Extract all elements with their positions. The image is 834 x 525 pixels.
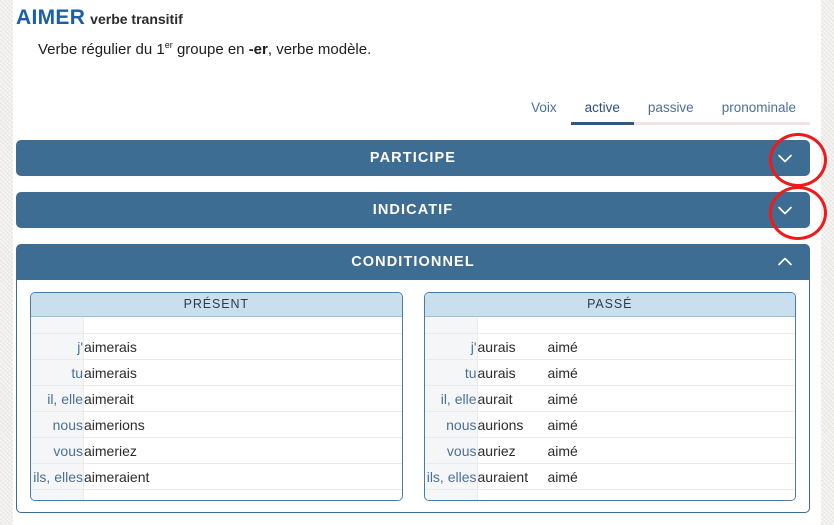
- verb-form-cell: aimé: [547, 437, 795, 464]
- table-row: j' aurais aimé: [424, 333, 795, 360]
- tab-voice-passive[interactable]: passive: [633, 98, 708, 125]
- mood-title-conditionnel: CONDITIONNEL: [351, 254, 475, 270]
- table-spacer-row: [424, 489, 795, 500]
- table-row: nous aurions aimé: [424, 411, 795, 438]
- pronoun-cell: ils, elles: [31, 463, 84, 490]
- verb-kind: verbe transitif: [90, 11, 183, 27]
- voice-tabs: Voix active passive pronominale: [0, 98, 810, 125]
- mood-header-conditionnel[interactable]: CONDITIONNEL: [16, 244, 810, 280]
- auxiliary-cell: auriez: [477, 437, 548, 464]
- tense-table-passe: PASSÉ j' aurais aimé tu aurais aimé il, elle…: [423, 292, 796, 501]
- auxiliary-cell: aurais: [477, 359, 548, 386]
- verb-form-cell: aimé: [547, 385, 795, 412]
- table-row: vous aimeriez: [31, 437, 402, 464]
- auxiliary-cell: aurait: [477, 385, 548, 412]
- verb-heading: AIMER verbe transitif: [16, 6, 183, 30]
- mood-title-participe: PARTICIPE: [369, 150, 457, 166]
- table-spacer-row: [424, 317, 795, 334]
- verb-form-cell: aimerais: [83, 359, 402, 386]
- table-row: il, elle aimerait: [31, 385, 402, 412]
- conjugation-table-present: j' aimerais tu aimerais il, elle aimerait n…: [31, 317, 402, 500]
- voice-label: Voix: [531, 100, 557, 115]
- verb-description: Verbe régulier du 1er groupe en -er, ver…: [38, 40, 372, 59]
- table-spacer-row: [31, 489, 402, 500]
- table-row: nous aimerions: [31, 411, 402, 438]
- verb-form-cell: aimé: [547, 411, 795, 438]
- page-edge-texture-left: [0, 0, 13, 525]
- mood-title-indicatif: INDICATIF: [372, 202, 454, 218]
- verb-form-cell: aimé: [547, 359, 795, 386]
- verb-form-cell: aimeraient: [83, 463, 402, 490]
- auxiliary-cell: aurions: [477, 411, 548, 438]
- verb-name: AIMER: [16, 6, 86, 29]
- pronoun-cell: tu: [424, 359, 478, 386]
- chevron-down-icon[interactable]: [774, 199, 796, 221]
- auxiliary-cell: aurais: [477, 333, 548, 360]
- verb-form-cell: aimerais: [83, 333, 402, 360]
- mood-header-indicatif[interactable]: INDICATIF: [16, 192, 810, 228]
- page-edge-texture-right: [821, 0, 834, 525]
- tab-voice-active[interactable]: active: [570, 98, 634, 125]
- table-row: tu aurais aimé: [424, 359, 795, 386]
- verb-description-ending: -er: [248, 41, 268, 58]
- table-row: il, elle aurait aimé: [424, 385, 795, 412]
- pronoun-cell: j': [31, 333, 84, 360]
- chevron-down-icon[interactable]: [774, 147, 796, 169]
- table-row: ils, elles auraient aimé: [424, 463, 795, 490]
- verb-description-mid: groupe en: [172, 41, 249, 58]
- pronoun-cell: il, elle: [31, 385, 84, 412]
- pronoun-cell: nous: [31, 411, 84, 438]
- pronoun-cell: il, elle: [424, 385, 478, 412]
- pronoun-cell: vous: [424, 437, 478, 464]
- mood-header-participe[interactable]: PARTICIPE: [16, 140, 810, 176]
- pronoun-cell: ils, elles: [424, 463, 478, 490]
- verb-form-cell: aimé: [547, 333, 795, 360]
- mood-section-indicatif[interactable]: INDICATIF: [16, 192, 810, 228]
- mood-section-conditionnel[interactable]: CONDITIONNEL PRÉSENT j' aimerais tu aimera…: [16, 244, 810, 513]
- verb-form-cell: aimerions: [83, 411, 402, 438]
- auxiliary-cell: auraient: [477, 463, 548, 490]
- verb-form-cell: aimé: [547, 463, 795, 490]
- conjugation-table-passe: j' aurais aimé tu aurais aimé il, elle aurait…: [424, 317, 795, 500]
- table-row: tu aimerais: [31, 359, 402, 386]
- table-spacer-row: [31, 317, 402, 334]
- table-row: ils, elles aimeraient: [31, 463, 402, 490]
- tense-title-passe: PASSÉ: [424, 293, 795, 317]
- mood-body-conditionnel: PRÉSENT j' aimerais tu aimerais il, elle ai…: [16, 280, 810, 513]
- verb-form-cell: aimerait: [83, 385, 402, 412]
- mood-section-participe[interactable]: PARTICIPE: [16, 140, 810, 176]
- chevron-up-icon[interactable]: [774, 251, 796, 273]
- verb-description-prefix: Verbe régulier du 1: [38, 41, 165, 58]
- verb-form-cell: aimeriez: [83, 437, 402, 464]
- pronoun-cell: vous: [31, 437, 84, 464]
- tab-voice-pronominale[interactable]: pronominale: [707, 98, 810, 125]
- tense-title-present: PRÉSENT: [31, 293, 402, 317]
- pronoun-cell: nous: [424, 411, 478, 438]
- table-row: j' aimerais: [31, 333, 402, 360]
- pronoun-cell: j': [424, 333, 478, 360]
- verb-description-ordinal-suffix: er: [164, 40, 173, 50]
- table-row: vous auriez aimé: [424, 437, 795, 464]
- conjugation-page: AIMER verbe transitif Verbe régulier du 1…: [0, 0, 834, 525]
- tense-table-present: PRÉSENT j' aimerais tu aimerais il, elle ai…: [30, 292, 403, 501]
- verb-description-suffix: , verbe modèle.: [267, 41, 372, 58]
- pronoun-cell: tu: [31, 359, 84, 386]
